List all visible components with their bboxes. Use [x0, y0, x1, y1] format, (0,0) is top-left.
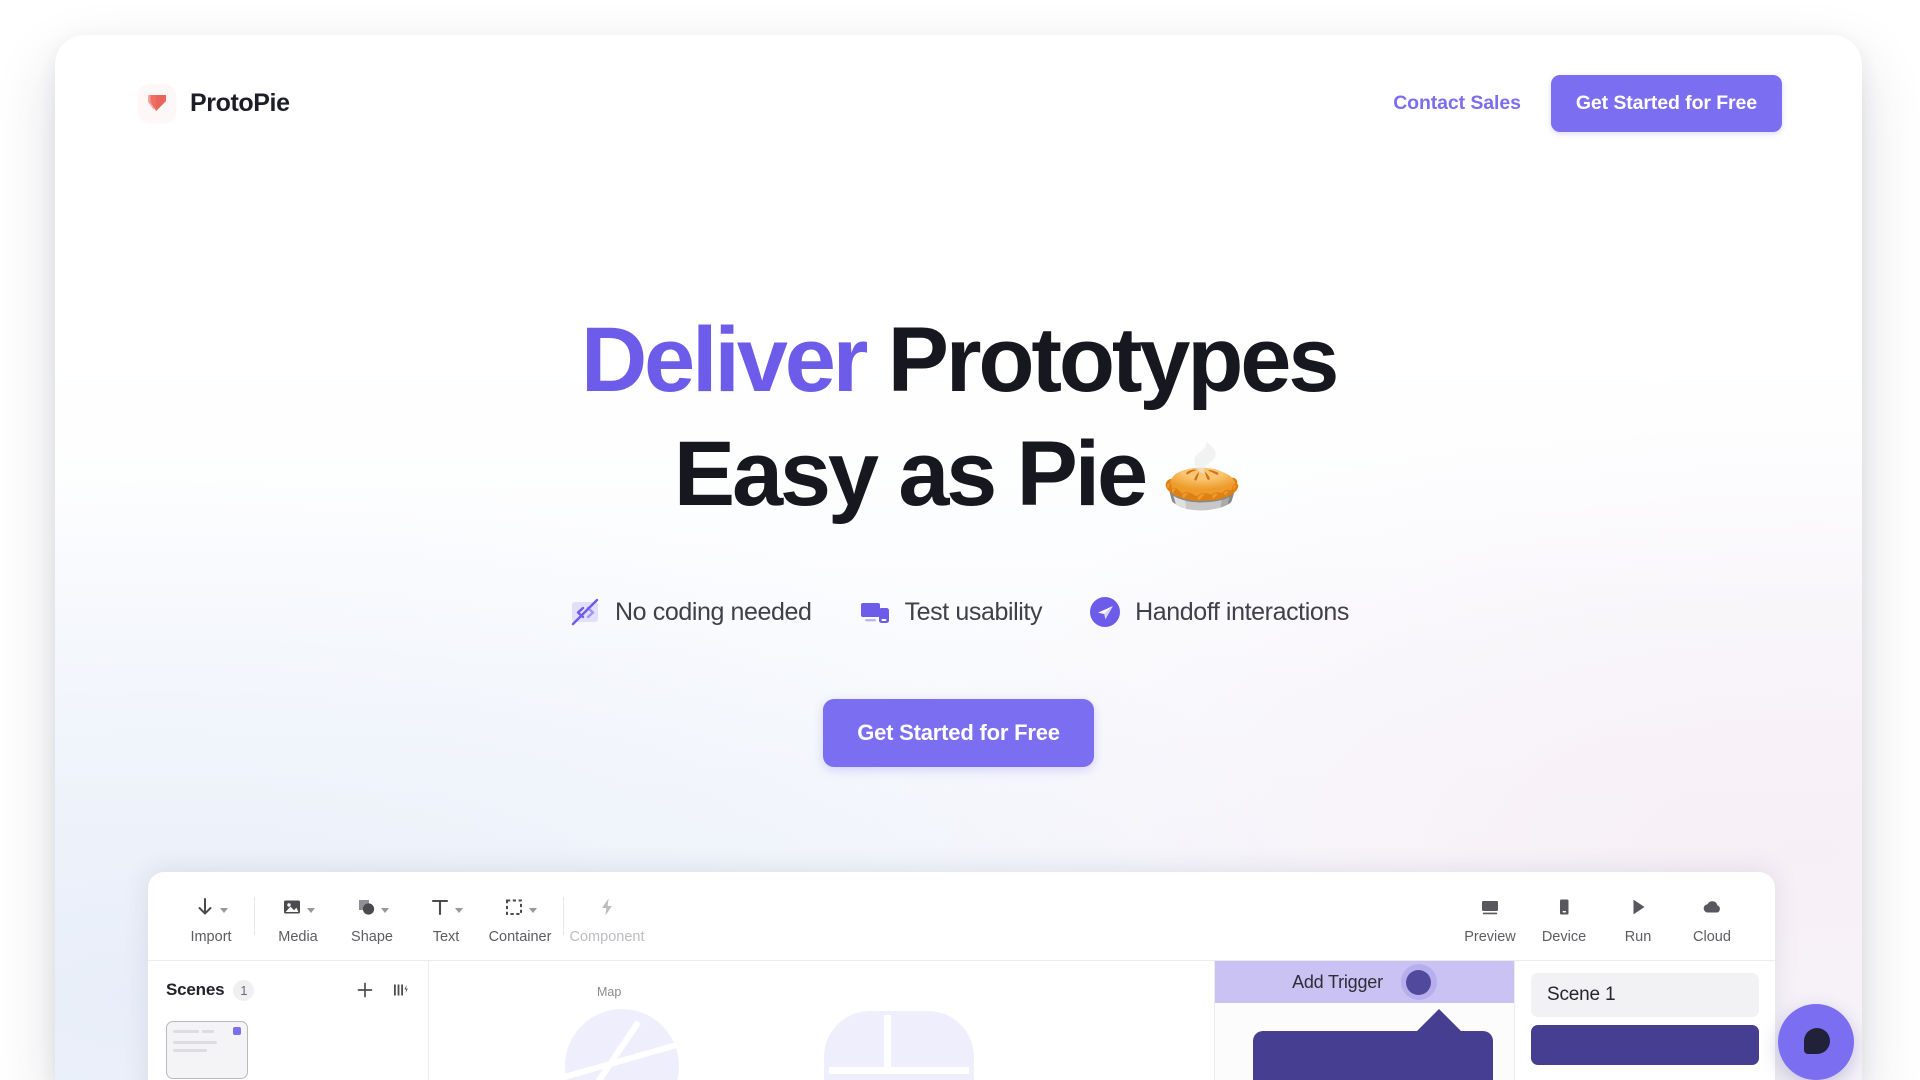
toolbar-container-label: Container	[488, 928, 552, 945]
toolbar-device-button[interactable]: Device	[1527, 888, 1601, 945]
chat-bubble-icon[interactable]	[1778, 1004, 1854, 1080]
toolbar-component-button[interactable]: Component	[570, 888, 644, 945]
toolbar-text-button[interactable]: Text	[409, 888, 483, 945]
no-code-icon	[568, 595, 602, 629]
canvas-car-detail	[884, 1015, 891, 1071]
toolbar-media-label: Media	[278, 928, 318, 945]
toolbar-run-button[interactable]: Run	[1601, 888, 1675, 945]
toolbar-left-group: Import Media Shape Text Container Compon…	[174, 888, 644, 945]
cloud-icon	[1701, 894, 1723, 920]
toolbar-run-label: Run	[1624, 928, 1652, 945]
hero-headline-line-1: Deliver Prototypes	[55, 303, 1862, 417]
trigger-knob-handle[interactable]	[1400, 964, 1437, 1000]
toolbar-cloud-button[interactable]: Cloud	[1675, 888, 1749, 945]
chevron-down-icon	[307, 908, 315, 913]
app-mockup-window: Import Media Shape Text Container Compon…	[148, 872, 1775, 1080]
layers-panel: Scene 1	[1515, 961, 1775, 1080]
feature-label-handoff: Handoff interactions	[1135, 597, 1349, 626]
download-arrow-icon	[194, 894, 228, 920]
nav-get-started-button[interactable]: Get Started for Free	[1550, 74, 1782, 132]
hero-get-started-button[interactable]: Get Started for Free	[823, 699, 1094, 768]
toolbar-shape-label: Shape	[351, 928, 393, 945]
scene-thumbnail[interactable]	[166, 1021, 248, 1079]
toolbar-import-label: Import	[190, 928, 232, 945]
chevron-down-icon	[220, 908, 228, 913]
feature-no-coding: No coding needed	[568, 595, 812, 629]
send-plane-icon	[1088, 595, 1122, 629]
hero-section: Deliver Prototypes Easy as Pie 🥧 No codin…	[55, 303, 1862, 768]
layer-item-label: Scene 1	[1547, 984, 1616, 1005]
page-card: ProtoPie Contact Sales Get Started for F…	[55, 35, 1862, 1080]
toolbar-component-label: Component	[569, 928, 645, 945]
scene-thumbnail-content	[173, 1049, 241, 1052]
phone-icon	[1553, 894, 1575, 920]
add-trigger-button[interactable]: Add Trigger	[1215, 961, 1514, 1003]
chevron-down-icon	[455, 908, 463, 913]
toolbar-divider	[254, 897, 255, 935]
toolbar-divider	[563, 897, 564, 935]
scenes-title: Scenes	[166, 980, 225, 999]
headline-text-line-2: Easy as Pie	[673, 423, 1148, 526]
monitor-icon	[1479, 894, 1501, 920]
toolbar-media-button[interactable]: Media	[261, 888, 335, 945]
toolbar-cloud-label: Cloud	[1693, 928, 1731, 945]
thumbnail-bar	[202, 1029, 214, 1033]
headline-accent-word: Deliver	[580, 309, 869, 411]
play-icon	[1627, 894, 1649, 920]
app-body: Scenes 1 Map Add Trigger Scene 1	[148, 961, 1775, 1080]
top-navigation-bar: ProtoPie Contact Sales Get Started for F…	[55, 35, 1862, 171]
layers-icon[interactable]	[392, 981, 410, 999]
pie-emoji-icon: 🥧	[1161, 439, 1244, 514]
thumbnail-bar	[173, 1029, 199, 1033]
text-icon	[429, 894, 463, 920]
protopie-triangle-logo-icon	[138, 84, 176, 122]
devices-icon	[858, 595, 892, 629]
image-icon	[281, 894, 315, 920]
toolbar-right-group: Preview Device Run Cloud	[1453, 888, 1749, 945]
chevron-down-icon	[381, 908, 389, 913]
layer-item-selected[interactable]	[1531, 1025, 1759, 1065]
toolbar-text-label: Text	[432, 928, 460, 945]
canvas-panel[interactable]: Map	[429, 961, 1215, 1080]
canvas-car-detail	[829, 1067, 969, 1074]
app-toolbar: Import Media Shape Text Container Compon…	[148, 872, 1775, 961]
thumbnail-bar	[173, 1041, 217, 1044]
plus-icon[interactable]	[356, 981, 374, 999]
add-trigger-label: Add Trigger	[1292, 971, 1383, 992]
toolbar-preview-label: Preview	[1464, 928, 1516, 945]
toolbar-preview-button[interactable]: Preview	[1453, 888, 1527, 945]
trigger-tooltip-arrow	[1413, 1009, 1465, 1035]
feature-label-no-coding: No coding needed	[615, 597, 812, 626]
scenes-count-badge: 1	[233, 979, 255, 1001]
scenes-panel: Scenes 1	[148, 961, 429, 1080]
nav-actions: Contact Sales Get Started for Free	[1379, 74, 1782, 132]
scene-thumbnail-content	[173, 1027, 241, 1035]
headline-rest-line-1: Prototypes	[865, 309, 1340, 411]
toolbar-device-label: Device	[1541, 928, 1587, 945]
brand-name: ProtoPie	[190, 88, 290, 117]
feature-handoff-interactions: Handoff interactions	[1088, 595, 1349, 629]
layer-item-scene-1[interactable]: Scene 1	[1531, 973, 1759, 1017]
thumbnail-accent-dot	[233, 1027, 241, 1035]
contact-sales-link[interactable]: Contact Sales	[1379, 82, 1535, 125]
feature-test-usability: Test usability	[858, 595, 1043, 629]
feature-label-test-usability: Test usability	[904, 597, 1043, 626]
toolbar-container-button[interactable]: Container	[483, 888, 557, 945]
scene-thumbnail-content	[173, 1041, 241, 1044]
chevron-down-icon	[529, 908, 537, 913]
trigger-panel: Add Trigger	[1215, 961, 1515, 1080]
canvas-layer-label: Map	[597, 985, 622, 999]
lightning-icon	[596, 894, 618, 920]
toolbar-import-button[interactable]: Import	[174, 888, 248, 945]
hero-headline-line-2: Easy as Pie 🥧	[55, 417, 1862, 531]
shape-icon	[355, 894, 389, 920]
hero-feature-row: No coding needed Test usability Handoff …	[55, 595, 1862, 629]
scenes-header: Scenes 1	[166, 975, 410, 1005]
trigger-tooltip-panel	[1253, 1031, 1493, 1080]
brand-logo-link[interactable]: ProtoPie	[138, 84, 290, 122]
container-icon	[503, 894, 537, 920]
scenes-actions	[356, 981, 410, 999]
toolbar-shape-button[interactable]: Shape	[335, 888, 409, 945]
thumbnail-bar	[173, 1049, 207, 1052]
